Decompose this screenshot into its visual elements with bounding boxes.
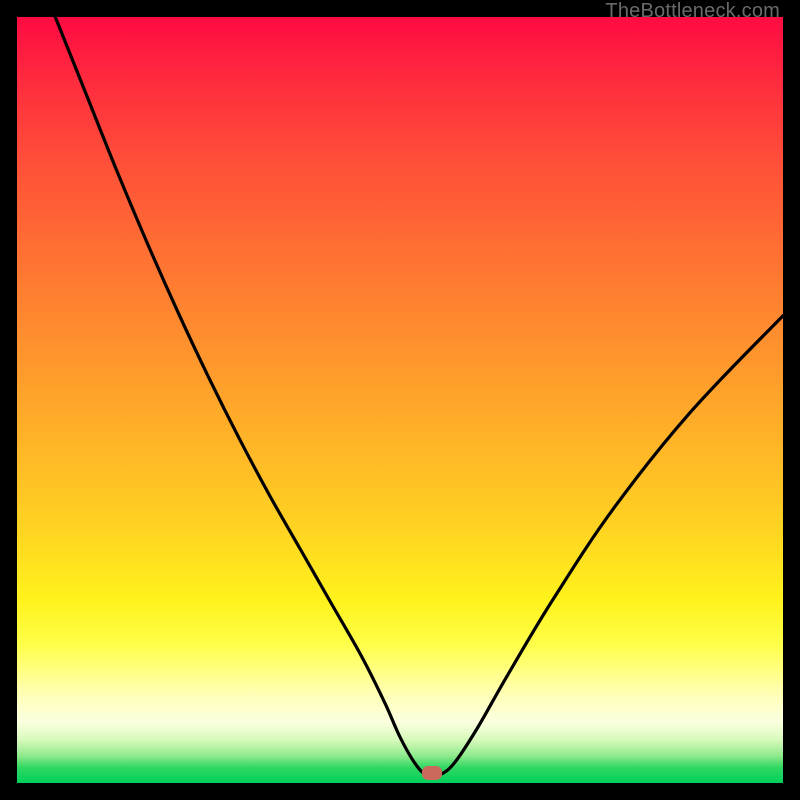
plot-area	[17, 17, 783, 783]
bottleneck-curve	[17, 17, 783, 783]
watermark-text: TheBottleneck.com	[605, 0, 780, 23]
optimum-marker	[422, 766, 442, 780]
chart-frame: TheBottleneck.com	[0, 0, 800, 800]
